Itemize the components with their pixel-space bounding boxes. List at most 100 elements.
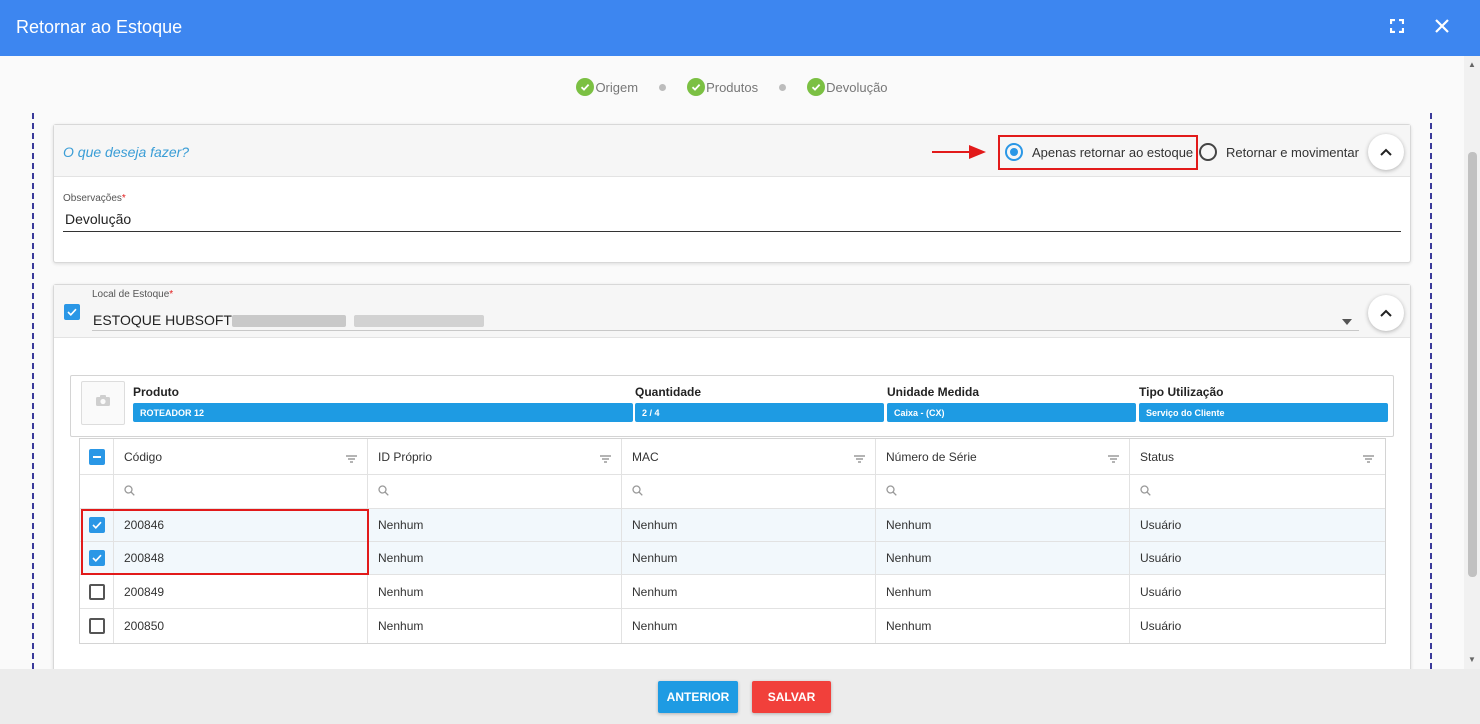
filter-input-id-proprio[interactable]: [368, 475, 622, 508]
check-circle-icon: [687, 78, 706, 96]
cell-mac: Nenhum: [622, 542, 876, 574]
question-label: O que deseja fazer?: [63, 144, 190, 160]
search-icon: [886, 484, 897, 499]
radio-return-only[interactable]: Apenas retornar ao estoque: [1005, 143, 1193, 161]
unit-chip: Caixa - (CX): [887, 403, 1136, 422]
grid-filter-row: [80, 475, 1385, 509]
cell-id-proprio: Nenhum: [368, 575, 622, 608]
chevron-up-icon: [1380, 143, 1392, 161]
row-checkbox[interactable]: [88, 618, 105, 634]
step-devolucao: Devolução: [807, 78, 888, 96]
product-chip: ROTEADOR 12: [133, 403, 633, 422]
save-button[interactable]: SALVAR: [752, 681, 831, 713]
filter-icon[interactable]: [600, 452, 611, 466]
step-produtos: Produtos: [687, 78, 758, 96]
camera-icon: [95, 394, 111, 412]
check-circle-icon: [807, 78, 826, 96]
filter-input-numero-serie[interactable]: [876, 475, 1130, 508]
cell-status: Usuário: [1140, 619, 1182, 633]
scroll-down-icon[interactable]: ▼: [1468, 655, 1476, 664]
cell-numero-serie: Nenhum: [876, 609, 1130, 643]
cell-status: Usuário: [1140, 584, 1182, 599]
cell-numero-serie: Nenhum: [876, 575, 1130, 608]
column-header-codigo[interactable]: Código: [114, 439, 368, 474]
chevron-up-icon: [1380, 304, 1392, 322]
red-arrow-annotation: [932, 145, 986, 159]
cell-id-proprio: Nenhum: [368, 509, 622, 541]
cell-id-proprio: Nenhum: [368, 542, 622, 574]
check-icon: [67, 308, 77, 316]
column-header-id-proprio[interactable]: ID Próprio: [368, 439, 622, 474]
filter-input-status[interactable]: [1130, 475, 1384, 508]
select-all-checkbox[interactable]: [88, 448, 105, 465]
search-icon: [632, 484, 643, 499]
step-label: Origem: [595, 79, 639, 95]
dialog-header: Retornar ao Estoque: [0, 0, 1480, 56]
step-label: Devolução: [826, 79, 888, 95]
fullscreen-button[interactable]: [1385, 16, 1409, 40]
observacoes-input[interactable]: Devolução: [65, 211, 131, 227]
table-row[interactable]: 200849 Nenhum Nenhum Nenhum Usuário: [80, 575, 1385, 609]
observacoes-label: Observações*: [63, 193, 126, 204]
filter-icon[interactable]: [854, 452, 865, 466]
scrollbar-thumb[interactable]: [1468, 152, 1477, 577]
local-checkbox[interactable]: [64, 304, 80, 320]
close-icon: [1435, 18, 1449, 38]
product-col-quantidade: Quantidade 2 / 4: [635, 385, 884, 422]
cell-mac: Nenhum: [622, 609, 876, 643]
column-header-mac[interactable]: MAC: [622, 439, 876, 474]
collapse-button[interactable]: [1368, 295, 1404, 331]
filter-icon[interactable]: [346, 452, 357, 466]
step-origem: Origem: [576, 78, 638, 96]
filter-input-codigo[interactable]: [114, 475, 368, 508]
cell-status: Usuário: [1140, 518, 1182, 532]
check-circle-icon: [576, 78, 595, 96]
product-summary: Produto ROTEADOR 12 Quantidade 2 / 4 Uni…: [70, 375, 1394, 437]
radio-return-and-move[interactable]: Retornar e movimentar: [1199, 143, 1359, 161]
step-separator: [659, 83, 667, 91]
usage-chip: Serviço do Cliente: [1139, 403, 1388, 422]
cell-id-proprio: Nenhum: [368, 609, 622, 643]
action-card: O que deseja fazer? Apenas retornar ao e…: [53, 124, 1411, 263]
search-icon: [378, 484, 389, 499]
radio-label: Retornar e movimentar: [1226, 144, 1359, 160]
product-col-tipo: Tipo Utilização Serviço do Cliente: [1139, 385, 1388, 422]
left-dashed-border: [32, 113, 34, 669]
filter-input-mac[interactable]: [622, 475, 876, 508]
step-label: Produtos: [706, 79, 759, 95]
observacoes-underline: [63, 231, 1401, 232]
column-header-numero-serie[interactable]: Número de Série: [876, 439, 1130, 474]
scroll-up-icon[interactable]: ▲: [1468, 60, 1476, 69]
dropdown-caret-icon[interactable]: [1342, 312, 1352, 330]
cell-numero-serie: Nenhum: [876, 509, 1130, 541]
cell-numero-serie: Nenhum: [876, 542, 1130, 574]
redacted-text: [354, 315, 484, 327]
items-grid: Código ID Próprio MAC Número de Série St…: [79, 438, 1386, 644]
cell-mac: Nenhum: [622, 575, 876, 608]
filter-icon[interactable]: [1363, 452, 1374, 466]
close-button[interactable]: [1430, 16, 1454, 40]
dialog-title: Retornar ao Estoque: [16, 17, 183, 37]
scrollbar[interactable]: ▲ ▼: [1464, 56, 1480, 669]
local-estoque-select[interactable]: ESTOQUE HUBSOFT -: [93, 312, 240, 328]
step-separator: [779, 83, 787, 91]
right-dashed-border: [1430, 113, 1432, 669]
stepper: Origem Produtos Devolução: [0, 77, 1464, 97]
product-col-unidade: Unidade Medida Caixa - (CX): [887, 385, 1136, 422]
filter-icon[interactable]: [1108, 452, 1119, 466]
column-header-status[interactable]: Status: [1130, 439, 1384, 474]
highlight-box: [81, 509, 369, 575]
stock-card: Local de Estoque* ESTOQUE HUBSOFT - Prod…: [53, 284, 1411, 669]
radio-label: Apenas retornar ao estoque: [1032, 144, 1194, 160]
previous-button[interactable]: ANTERIOR: [658, 681, 738, 713]
table-row[interactable]: 200850 Nenhum Nenhum Nenhum Usuário: [80, 609, 1385, 643]
redacted-text: [232, 315, 346, 327]
cell-mac: Nenhum: [622, 509, 876, 541]
search-icon: [1140, 484, 1151, 499]
dialog-footer: ANTERIOR SALVAR: [0, 669, 1480, 724]
row-checkbox[interactable]: [88, 583, 105, 600]
action-card-header: O que deseja fazer? Apenas retornar ao e…: [54, 125, 1410, 177]
collapse-button[interactable]: [1368, 134, 1404, 170]
cell-codigo: 200850: [114, 609, 368, 643]
radio-unselected-icon: [1199, 143, 1217, 161]
